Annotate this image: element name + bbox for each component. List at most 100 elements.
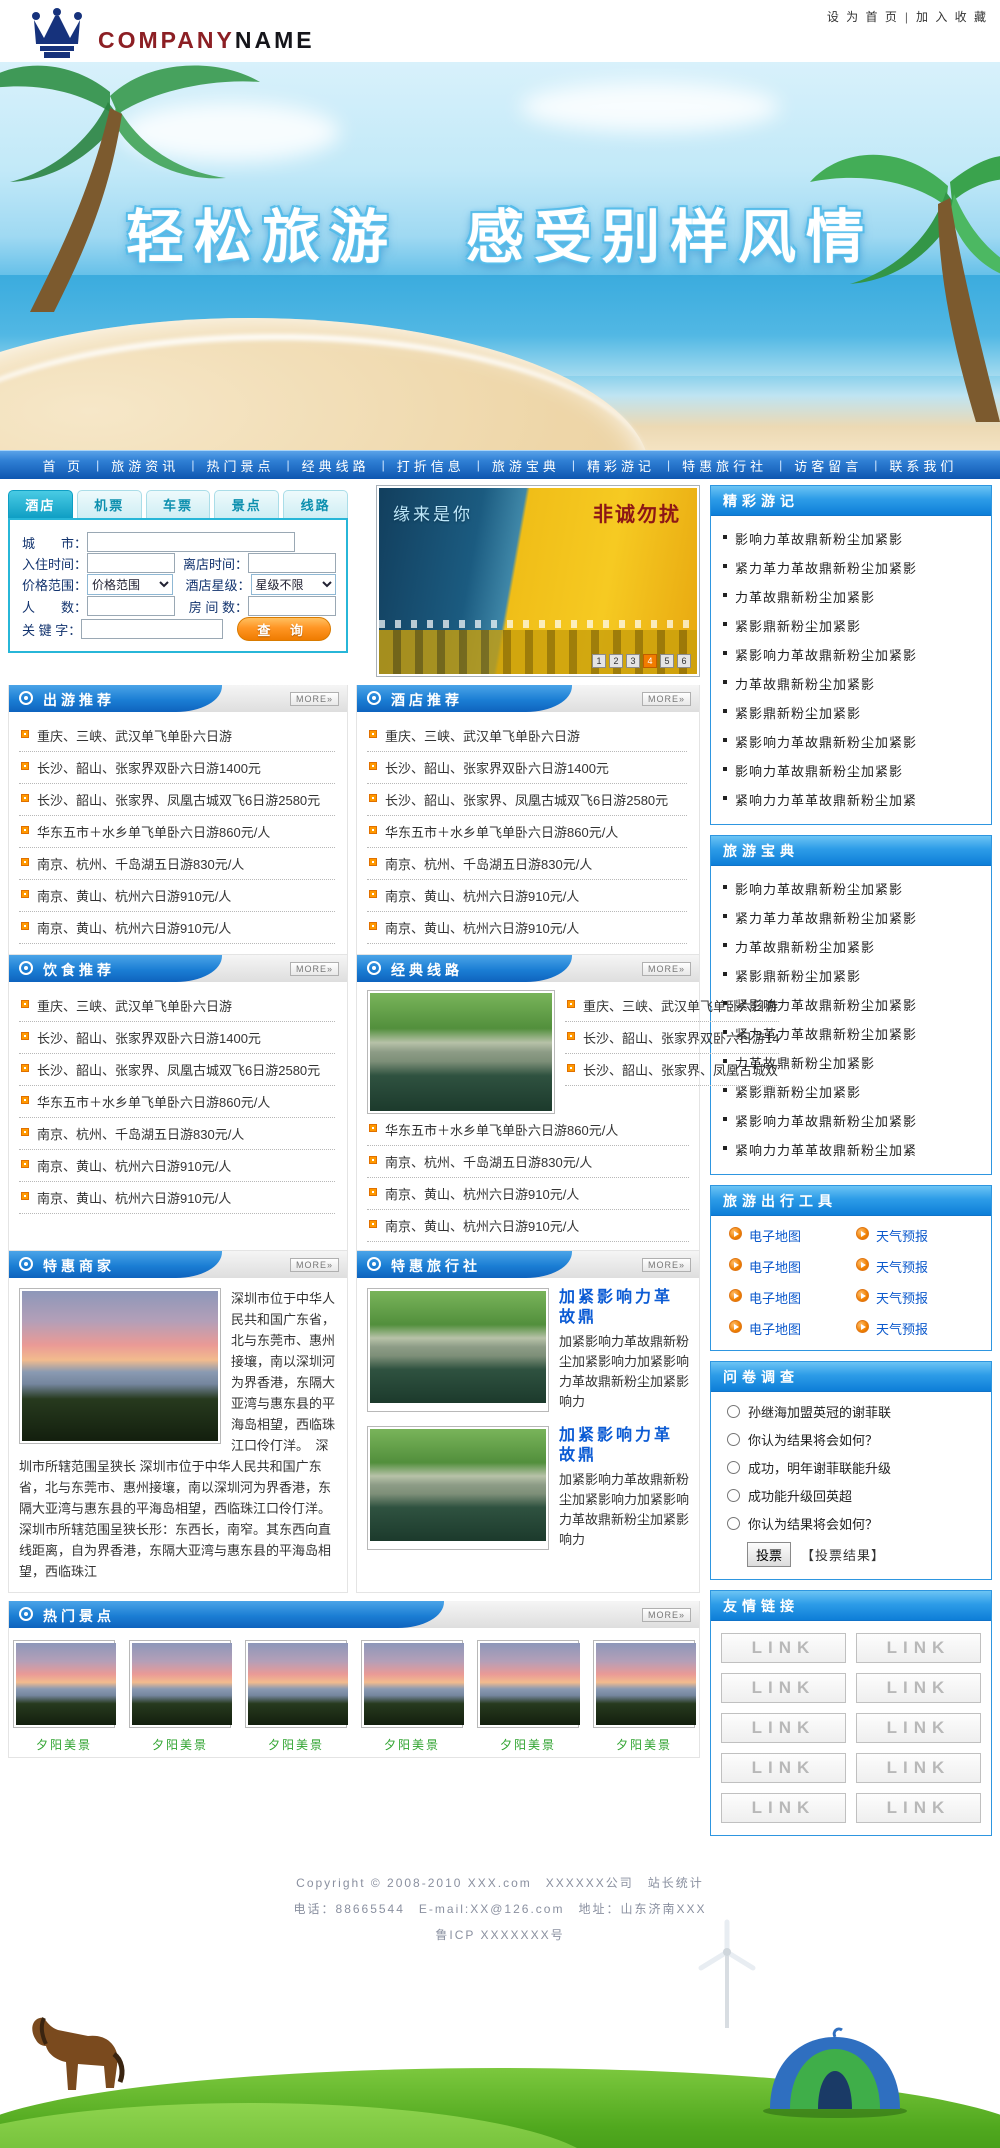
- query-button[interactable]: 查 询: [237, 617, 331, 641]
- route-list-item[interactable]: 长沙、韶山、张家界、凤凰古城双飞6日游2580元: [19, 1054, 335, 1086]
- agency-title-link[interactable]: 加紧影响力革故鼎: [559, 1288, 689, 1328]
- poll-radio[interactable]: [727, 1517, 740, 1530]
- sunset-photo[interactable]: [13, 1640, 115, 1728]
- people-input[interactable]: [87, 596, 175, 616]
- friend-link[interactable]: LINK: [856, 1753, 981, 1783]
- friend-link[interactable]: LINK: [721, 1793, 846, 1823]
- sidebar-list-item[interactable]: 力革故鼎新粉尘加紧影: [723, 669, 981, 698]
- route-list-item[interactable]: 长沙、韶山、张家界、凤凰古城双飞6日游2580元: [19, 784, 335, 816]
- poll-radio[interactable]: [727, 1405, 740, 1418]
- checkin-input[interactable]: [87, 553, 175, 573]
- sidebar-list-item[interactable]: 力革故鼎新粉尘加紧影: [723, 1048, 981, 1077]
- price-range-select[interactable]: 价格范围: [87, 574, 172, 595]
- route-list-item[interactable]: 南京、黄山、杭州六日游910元/人: [367, 880, 687, 912]
- nav-item[interactable]: 经典线路: [290, 456, 382, 475]
- friend-link[interactable]: LINK: [721, 1713, 846, 1743]
- route-list-item[interactable]: 南京、黄山、杭州六日游910元/人: [19, 1150, 335, 1182]
- sidebar-list-item[interactable]: 紧力革力革故鼎新粉尘加紧影: [723, 903, 981, 932]
- sunset-photo[interactable]: [477, 1640, 579, 1728]
- tool-link[interactable]: 天气预报: [856, 1257, 983, 1276]
- route-list-item[interactable]: 长沙、韶山、张家界双卧六日游1400元: [19, 1022, 335, 1054]
- sunset-photo[interactable]: [245, 1640, 347, 1728]
- sidebar-list-item[interactable]: 紧影鼎新粉尘加紧影: [723, 611, 981, 640]
- more-button[interactable]: MORE»: [642, 1258, 691, 1272]
- search-tab[interactable]: 景点: [214, 490, 279, 518]
- sidebar-list-item[interactable]: 紧响力力革革故鼎新粉尘加紧: [723, 1135, 981, 1164]
- nav-item[interactable]: 首 页: [31, 456, 97, 475]
- poll-option[interactable]: 你认为结果将会如何？: [727, 1514, 981, 1533]
- star-select[interactable]: 星级不限: [251, 574, 336, 595]
- tool-link[interactable]: 天气预报: [856, 1288, 983, 1307]
- tool-link[interactable]: 天气预报: [856, 1319, 983, 1338]
- nav-item[interactable]: 旅游宝典: [480, 456, 572, 475]
- route-list-item[interactable]: 南京、杭州、千岛湖五日游830元/人: [367, 848, 687, 880]
- rooms-input[interactable]: [248, 596, 336, 616]
- sidebar-list-item[interactable]: 紧力革力革故鼎新粉尘加紧影: [723, 553, 981, 582]
- sidebar-list-item[interactable]: 紧响力力革革故鼎新粉尘加紧: [723, 785, 981, 814]
- route-list-item[interactable]: 长沙、韶山、张家界、凤凰古城双飞6日游2580元: [367, 784, 687, 816]
- poll-radio[interactable]: [727, 1433, 740, 1446]
- classic-route-photo[interactable]: [367, 990, 555, 1114]
- sidebar-list-item[interactable]: 力革故鼎新粉尘加紧影: [723, 582, 981, 611]
- more-button[interactable]: MORE»: [290, 692, 339, 706]
- sidebar-list-item[interactable]: 影响力革故鼎新粉尘加紧影: [723, 756, 981, 785]
- checkout-input[interactable]: [248, 553, 336, 573]
- add-favorite-link[interactable]: 加 入 收 藏: [916, 10, 988, 24]
- sunset-photo[interactable]: [593, 1640, 695, 1728]
- friend-link[interactable]: LINK: [721, 1633, 846, 1663]
- route-list-item[interactable]: 南京、杭州、千岛湖五日游830元/人: [19, 848, 335, 880]
- nav-item[interactable]: 精彩游记: [575, 456, 667, 475]
- pager-number[interactable]: 4: [643, 654, 657, 668]
- search-tab[interactable]: 酒店: [8, 490, 73, 518]
- route-list-item[interactable]: 重庆、三峡、武汉单飞单卧六日游: [367, 720, 687, 752]
- route-list-item[interactable]: 南京、黄山、杭州六日游910元/人: [19, 880, 335, 912]
- friend-link[interactable]: LINK: [721, 1673, 846, 1703]
- pager-number[interactable]: 3: [626, 654, 640, 668]
- more-button[interactable]: MORE»: [290, 962, 339, 976]
- more-button[interactable]: MORE»: [642, 1608, 691, 1622]
- nav-item[interactable]: 特惠旅行社: [670, 456, 779, 475]
- sidebar-list-item[interactable]: 紧影响力革故鼎新粉尘加紧影: [723, 727, 981, 756]
- sunset-photo[interactable]: [129, 1640, 231, 1728]
- sidebar-list-item[interactable]: 紧影响力革故鼎新粉尘加紧影: [723, 640, 981, 669]
- search-tab[interactable]: 线路: [283, 490, 348, 518]
- sidebar-list-item[interactable]: 紧影鼎新粉尘加紧影: [723, 1077, 981, 1106]
- sidebar-list-item[interactable]: 影响力革故鼎新粉尘加紧影: [723, 524, 981, 553]
- agency-title-link[interactable]: 加紧影响力革故鼎: [559, 1426, 689, 1466]
- nav-item[interactable]: 访客留言: [782, 456, 874, 475]
- more-button[interactable]: MORE»: [642, 692, 691, 706]
- merchant-photo[interactable]: [19, 1288, 221, 1444]
- route-list-item[interactable]: 南京、黄山、杭州六日游910元/人: [367, 912, 687, 944]
- pager-number[interactable]: 2: [609, 654, 623, 668]
- pager-number[interactable]: 6: [677, 654, 691, 668]
- route-list-item[interactable]: 南京、黄山、杭州六日游910元/人: [19, 912, 335, 944]
- nav-item[interactable]: 旅游资讯: [99, 456, 191, 475]
- sidebar-list-item[interactable]: 紧影鼎新粉尘加紧影: [723, 961, 981, 990]
- tool-link[interactable]: 电子地图: [729, 1319, 856, 1338]
- friend-link[interactable]: LINK: [856, 1713, 981, 1743]
- sidebar-list-item[interactable]: 紧影鼎新粉尘加紧影: [723, 698, 981, 727]
- poll-radio[interactable]: [727, 1461, 740, 1474]
- route-list-item[interactable]: 南京、杭州、千岛湖五日游830元/人: [367, 1146, 689, 1178]
- route-list-item[interactable]: 华东五市＋水乡单飞单卧六日游860元/人: [367, 1114, 689, 1146]
- logo[interactable]: COMPANYNAME: [28, 8, 315, 58]
- route-list-item[interactable]: 南京、黄山、杭州六日游910元/人: [19, 1182, 335, 1214]
- sidebar-list-item[interactable]: 紧影响力革故鼎新粉尘加紧影: [723, 1106, 981, 1135]
- vote-button[interactable]: 投票: [747, 1542, 791, 1567]
- friend-link[interactable]: LINK: [856, 1633, 981, 1663]
- more-button[interactable]: MORE»: [290, 1258, 339, 1272]
- route-list-item[interactable]: 长沙、韶山、张家界双卧六日游1400元: [367, 752, 687, 784]
- poll-option[interactable]: 成功能升级回英超: [727, 1486, 981, 1505]
- sidebar-list-item[interactable]: 力革故鼎新粉尘加紧影: [723, 932, 981, 961]
- keyword-input[interactable]: [81, 619, 223, 639]
- nav-item[interactable]: 打折信息: [385, 456, 477, 475]
- route-list-item[interactable]: 华东五市＋水乡单飞单卧六日游860元/人: [19, 1086, 335, 1118]
- search-tab[interactable]: 机票: [77, 490, 142, 518]
- search-tab[interactable]: 车票: [146, 490, 211, 518]
- poll-option[interactable]: 你认为结果将会如何？: [727, 1430, 981, 1449]
- city-input[interactable]: [87, 532, 295, 552]
- route-list-item[interactable]: 南京、黄山、杭州六日游910元/人: [367, 1178, 689, 1210]
- friend-link[interactable]: LINK: [856, 1793, 981, 1823]
- promo-slideshow[interactable]: 缘来是你 非诚勿扰 1 2 3 4 5: [376, 485, 700, 677]
- route-list-item[interactable]: 华东五市＋水乡单飞单卧六日游860元/人: [367, 816, 687, 848]
